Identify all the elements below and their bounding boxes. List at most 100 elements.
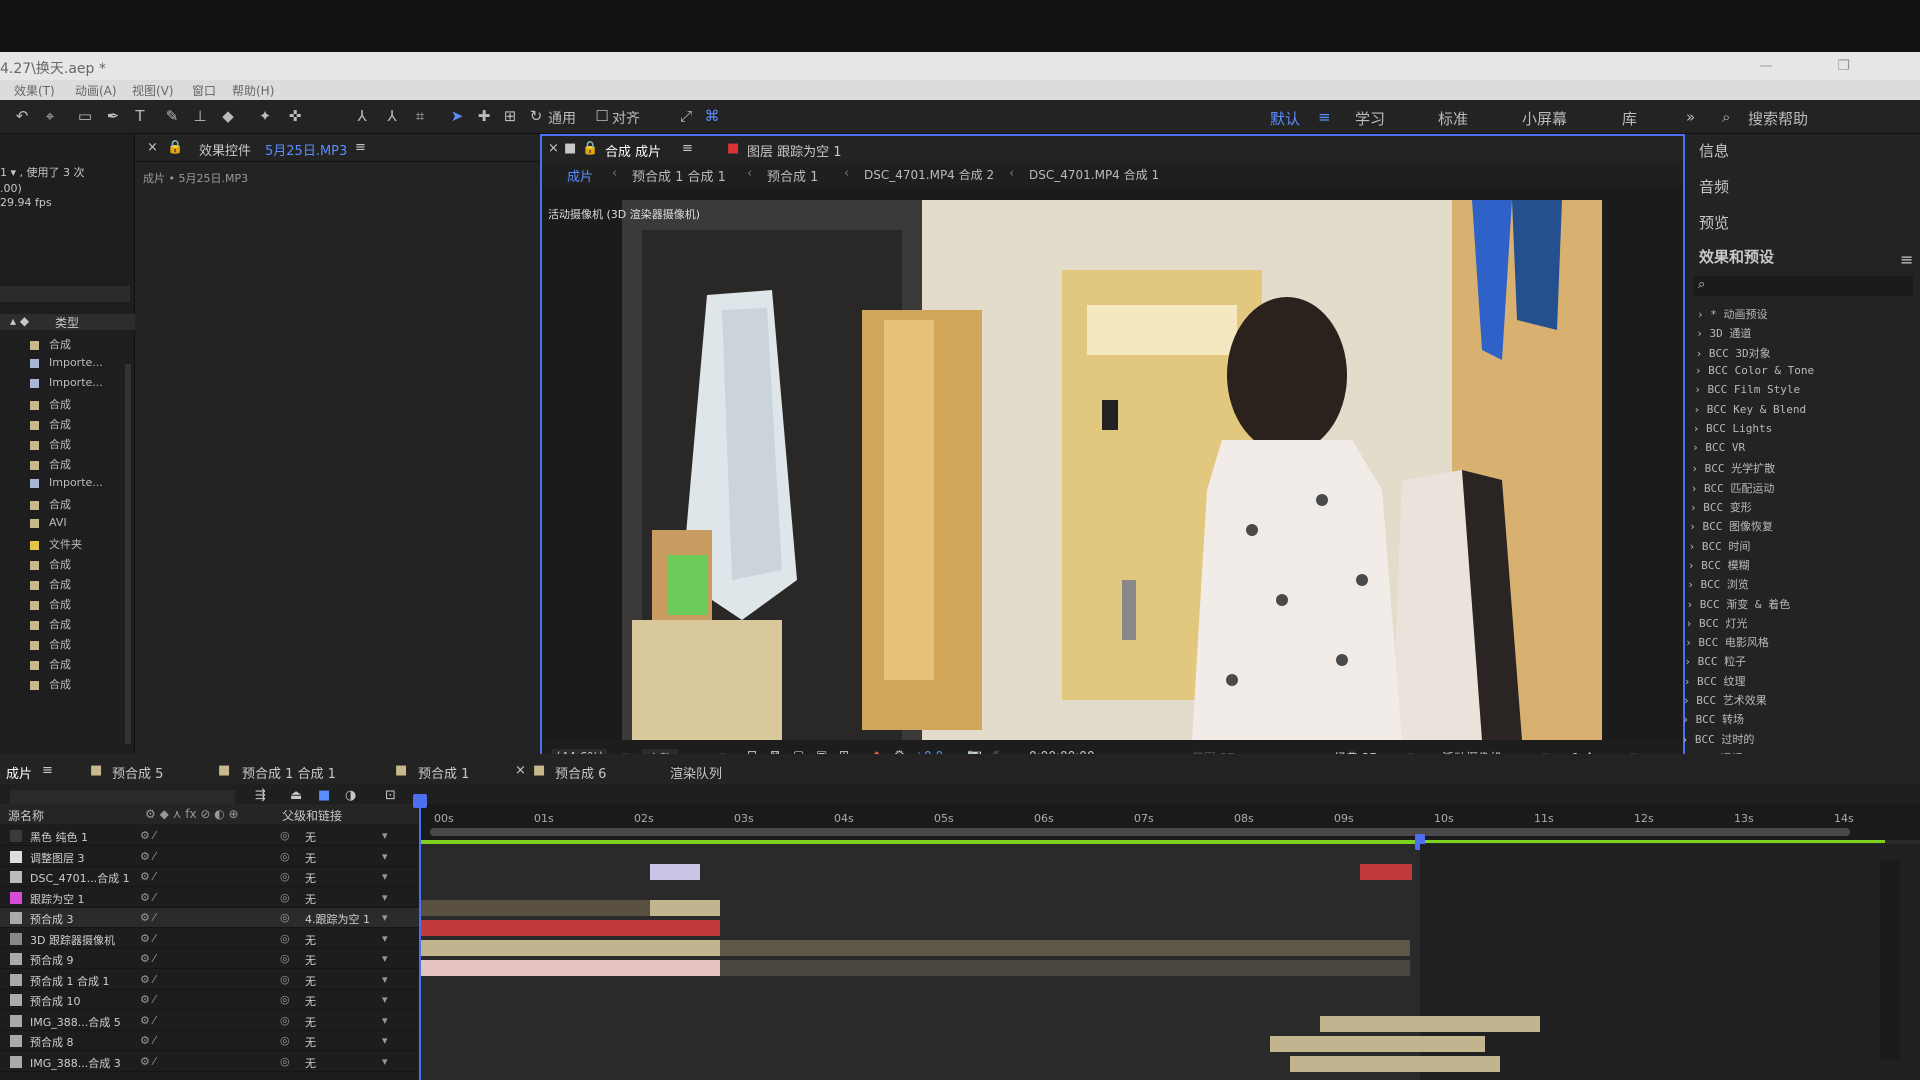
effect-category[interactable]: › BCC 渐变 & 着色: [1687, 596, 1791, 612]
draft-3d-icon[interactable]: ⏏: [290, 788, 302, 803]
time-ruler[interactable]: 00s 01s 02s 03s 04s 05s 06s 07s 08s 09s 10s 11s 12s 1…: [420, 804, 1920, 840]
project-item[interactable]: 合成: [30, 416, 71, 432]
menu-window[interactable]: 窗口: [192, 82, 216, 99]
project-item[interactable]: 合成: [30, 616, 71, 632]
stamp-tool-icon[interactable]: ⊥: [190, 106, 210, 126]
parent-dropdown[interactable]: 无: [305, 952, 316, 968]
layer-switches-icon[interactable]: ⚙ ⁄: [140, 993, 155, 1006]
tab-timeline[interactable]: 预合成 6: [555, 763, 606, 782]
workspace-small-screen[interactable]: 小屏幕: [1522, 108, 1567, 129]
axis-local-icon[interactable]: ⅄: [352, 106, 372, 126]
search-icon[interactable]: ⌕: [1722, 108, 1730, 126]
menu-effects[interactable]: 效果(T): [14, 82, 55, 99]
project-item[interactable]: 文件夹: [30, 536, 82, 552]
effect-category[interactable]: › BCC 过时的: [1682, 731, 1755, 747]
pick-whip-icon[interactable]: ◎: [280, 993, 290, 1006]
workspace-library[interactable]: 库: [1622, 108, 1637, 129]
chevron-down-icon[interactable]: ▾: [382, 952, 388, 965]
breadcrumb-item[interactable]: DSC_4701.MP4 合成 1: [1029, 166, 1159, 183]
close-tab-icon[interactable]: ×: [515, 763, 526, 778]
effect-category[interactable]: › BCC 时间: [1689, 538, 1751, 554]
project-item[interactable]: 合成: [30, 496, 71, 512]
chevron-down-icon[interactable]: ▾: [382, 850, 388, 863]
layer-bar[interactable]: [1270, 1036, 1485, 1052]
project-item[interactable]: Importe...: [30, 376, 103, 392]
effect-category[interactable]: › BCC Key & Blend: [1694, 403, 1807, 416]
hand-tool-icon[interactable]: ✚: [474, 106, 494, 126]
workspace-learn[interactable]: 学习: [1355, 108, 1385, 129]
layer-bar[interactable]: [650, 900, 720, 916]
layer-row[interactable]: 预合成 10 ⚙ ⁄ ◎ 无 ▾: [0, 990, 420, 1010]
parent-dropdown[interactable]: 无: [305, 973, 316, 989]
brush-tool-icon[interactable]: ✎: [162, 106, 182, 126]
pick-whip-icon[interactable]: ◎: [280, 973, 290, 986]
frame-blending-icon[interactable]: ■: [318, 788, 330, 803]
rotate-tool-icon[interactable]: ↻: [526, 106, 546, 126]
axis-view-icon[interactable]: ⌗: [410, 106, 430, 126]
panel-menu-icon[interactable]: ≡: [355, 140, 366, 155]
parent-dropdown[interactable]: 4.跟踪为空 1: [305, 911, 370, 927]
pick-whip-icon[interactable]: ◎: [280, 850, 290, 863]
workspace-standard[interactable]: 标准: [1438, 108, 1468, 129]
layer-row[interactable]: 黑色 纯色 1 ⚙ ⁄ ◎ 无 ▾: [0, 826, 420, 846]
layer-row[interactable]: IMG_388...合成 5 ⚙ ⁄ ◎ 无 ▾: [0, 1010, 420, 1031]
project-item[interactable]: 合成: [30, 636, 71, 652]
pick-whip-icon[interactable]: ◎: [280, 870, 290, 883]
pick-whip-icon[interactable]: ◎: [280, 1014, 290, 1027]
project-item[interactable]: 合成: [30, 556, 71, 572]
panel-menu-icon[interactable]: ≡: [1900, 250, 1913, 269]
undo-icon[interactable]: ↶: [12, 106, 32, 126]
layer-bar[interactable]: [420, 960, 720, 976]
project-scrollbar[interactable]: [125, 364, 131, 744]
breadcrumb-item[interactable]: 预合成 1: [767, 166, 818, 185]
close-tab-icon[interactable]: ×: [147, 140, 158, 155]
tab-timeline[interactable]: 预合成 1: [418, 763, 469, 782]
snap-checkbox[interactable]: ☐: [592, 106, 612, 126]
project-item[interactable]: 合成: [30, 576, 71, 592]
window-controls[interactable]: — ❐: [1759, 58, 1880, 74]
puppet-tool-icon[interactable]: ✜: [285, 106, 305, 126]
parent-dropdown[interactable]: 无: [305, 1014, 316, 1030]
effect-category[interactable]: › BCC 粒子: [1684, 653, 1746, 669]
layer-bar[interactable]: [1320, 1016, 1540, 1032]
timeline-search-input[interactable]: [10, 790, 235, 804]
effect-category[interactable]: › BCC 纹理: [1684, 673, 1746, 689]
parent-dropdown[interactable]: 无: [305, 932, 316, 948]
layer-switches-icon[interactable]: ⚙ ⁄: [140, 829, 155, 842]
project-item[interactable]: 合成: [30, 656, 71, 672]
effect-category[interactable]: › BCC 转场: [1682, 711, 1744, 727]
menu-view[interactable]: 视图(V): [132, 82, 174, 99]
project-search-field[interactable]: [0, 286, 130, 302]
playhead-line[interactable]: [419, 800, 421, 1080]
layer-switches-icon[interactable]: ⚙ ⁄: [140, 870, 155, 883]
zoom-tool-icon[interactable]: ⌖: [40, 106, 60, 126]
camera-tool-icon[interactable]: ⊞: [500, 106, 520, 126]
layer-switches-icon[interactable]: ⚙ ⁄: [140, 911, 155, 924]
effect-category[interactable]: › BCC 电影风格: [1685, 634, 1769, 650]
lock-icon[interactable]: 🔒: [582, 141, 598, 156]
layer-row[interactable]: IMG_388...合成 3 ⚙ ⁄ ◎ 无 ▾: [0, 1051, 420, 1072]
pick-whip-icon[interactable]: ◎: [280, 1055, 290, 1068]
pen-tool-icon[interactable]: ✒: [103, 106, 123, 126]
rect-tool-icon[interactable]: ▭: [75, 106, 95, 126]
effect-category[interactable]: › BCC VR: [1692, 441, 1745, 454]
chevron-down-icon[interactable]: ▾: [382, 1034, 388, 1047]
info-panel-header[interactable]: 信息: [1699, 140, 1729, 161]
parent-dropdown[interactable]: 无: [305, 993, 316, 1009]
search-help[interactable]: 搜索帮助: [1748, 108, 1808, 129]
project-item[interactable]: 合成: [30, 396, 71, 412]
parent-dropdown[interactable]: 无: [305, 850, 316, 866]
eraser-tool-icon[interactable]: ◆: [218, 106, 238, 126]
pick-whip-icon[interactable]: ◎: [280, 829, 290, 842]
layer-switches-icon[interactable]: ⚙ ⁄: [140, 1034, 155, 1047]
parent-dropdown[interactable]: 无: [305, 1034, 316, 1050]
pick-whip-icon[interactable]: ◎: [280, 891, 290, 904]
parent-dropdown[interactable]: 无: [305, 1055, 316, 1071]
chevron-down-icon[interactable]: ▾: [382, 973, 388, 986]
layer-bar[interactable]: [720, 960, 1410, 976]
timeline-navigator[interactable]: [430, 828, 1850, 836]
tab-layer[interactable]: 图层 跟踪为空 1: [747, 141, 842, 160]
preview-panel-header[interactable]: 预览: [1699, 212, 1729, 233]
pick-whip-icon[interactable]: ◎: [280, 1034, 290, 1047]
parent-dropdown[interactable]: 无: [305, 829, 316, 845]
